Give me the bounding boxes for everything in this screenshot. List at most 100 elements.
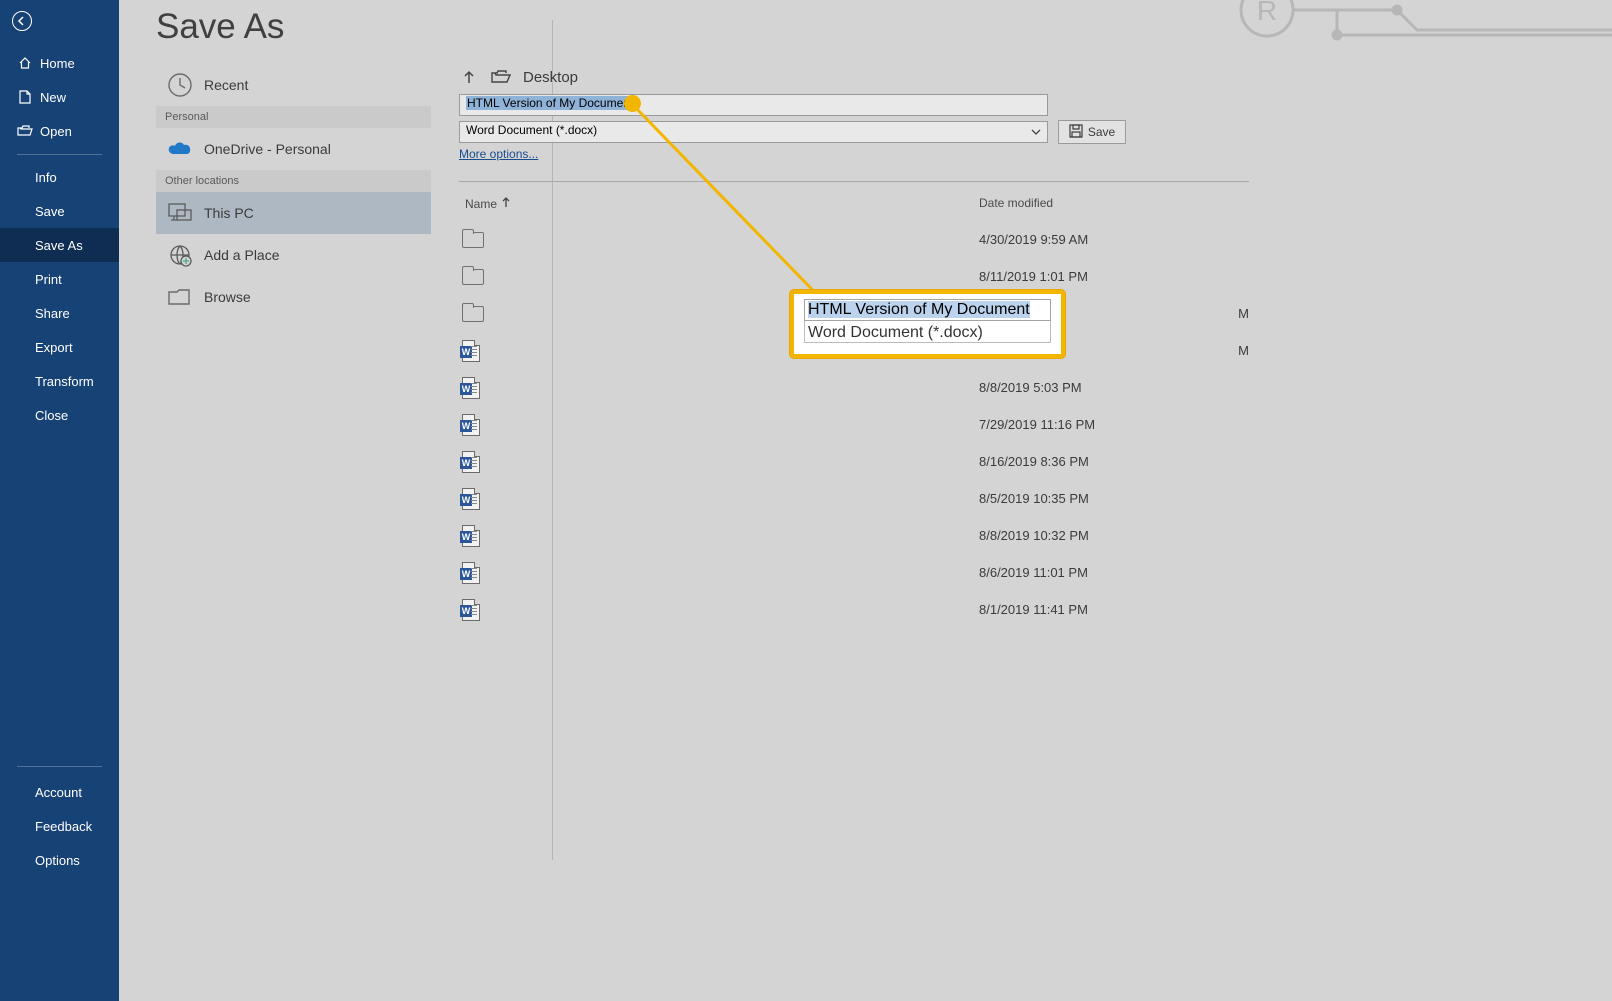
file-date-text: 4/30/2019 9:59 AM	[979, 232, 1179, 247]
list-item[interactable]: W 8/8/2019 5:03 PM	[459, 369, 1249, 406]
sidebar-bottom-group: Account Feedback Options	[0, 760, 119, 877]
chevron-down-icon	[1029, 125, 1043, 139]
sidebar-mid-group: Info Save Save As Print Share Export Tra…	[0, 160, 119, 432]
sidebar-item-label: Share	[35, 306, 70, 321]
folder-icon	[462, 269, 502, 285]
add-place-icon	[165, 243, 195, 267]
location-add-place[interactable]: Add a Place	[156, 234, 431, 276]
filetype-selected: Word Document (*.docx)	[466, 123, 597, 137]
sidebar-item-label: Transform	[35, 374, 94, 389]
watermark-graphic: R	[1217, 0, 1612, 70]
word-doc-icon: W	[462, 340, 492, 362]
home-icon	[17, 55, 33, 71]
sidebar-item-label: Export	[35, 340, 73, 355]
sidebar-item-close[interactable]: Close	[0, 398, 119, 432]
location-heading-other: Other locations	[156, 170, 431, 192]
new-file-icon	[17, 89, 33, 105]
word-doc-icon: W	[462, 562, 502, 584]
word-doc-icon: W	[462, 599, 502, 621]
sort-asc-icon	[501, 196, 511, 211]
sidebar-item-label: Save	[35, 204, 65, 219]
file-date-text: 7/29/2019 11:16 PM	[979, 417, 1179, 432]
file-date-text: 8/11/2019 1:01 PM	[979, 269, 1179, 284]
file-date-text: 8/16/2019 8:36 PM	[979, 454, 1179, 469]
file-date-text: 8/1/2019 11:41 PM	[979, 602, 1179, 617]
sidebar-item-label: Feedback	[35, 819, 92, 834]
location-label: OneDrive - Personal	[204, 141, 331, 157]
location-label: Recent	[204, 77, 248, 93]
list-item[interactable]: W 8/1/2019 11:41 PM	[459, 591, 1249, 628]
sidebar-item-account[interactable]: Account	[0, 775, 119, 809]
this-pc-icon	[165, 202, 195, 224]
open-folder-icon	[17, 123, 33, 139]
sidebar-item-feedback[interactable]: Feedback	[0, 809, 119, 843]
location-label: Add a Place	[204, 247, 280, 263]
back-button[interactable]	[12, 11, 32, 31]
location-recent[interactable]: Recent	[156, 64, 431, 106]
location-label: This PC	[204, 205, 254, 221]
sidebar-item-info[interactable]: Info	[0, 160, 119, 194]
sidebar-item-label: Info	[35, 170, 57, 185]
word-doc-icon: W	[462, 525, 502, 547]
sidebar-item-label: Options	[35, 853, 80, 868]
word-doc-icon: W	[462, 377, 502, 399]
callout-filetype-select: Word Document (*.docx)	[804, 321, 1051, 343]
callout-filename-input: HTML Version of My Document	[804, 299, 1051, 321]
sidebar-item-home[interactable]: Home	[0, 46, 119, 80]
save-button[interactable]: Save	[1058, 120, 1126, 144]
location-panel: Recent Personal OneDrive - Personal Othe…	[156, 64, 431, 318]
column-header-date-label: Date modified	[979, 196, 1053, 210]
sidebar-top-group: Home New Open	[0, 46, 119, 161]
word-doc-icon: W	[462, 488, 502, 510]
column-header-date[interactable]: Date modified	[979, 196, 1179, 211]
location-this-pc[interactable]: This PC	[156, 192, 431, 234]
sidebar-item-share[interactable]: Share	[0, 296, 119, 330]
save-label: Save	[1088, 125, 1115, 139]
folder-open-icon	[491, 67, 511, 87]
clock-icon	[165, 72, 195, 98]
list-item[interactable]: W 8/5/2019 10:35 PM	[459, 480, 1249, 517]
up-one-level-button[interactable]	[459, 67, 479, 87]
callout-filetype-text: Word Document (*.docx)	[808, 324, 983, 341]
sidebar-item-print[interactable]: Print	[0, 262, 119, 296]
file-date-text: 8/8/2019 5:03 PM	[979, 380, 1179, 395]
page-title: Save As	[156, 7, 284, 47]
list-item[interactable]: W 8/8/2019 10:32 PM	[459, 517, 1249, 554]
file-date-text: 8/5/2019 10:35 PM	[979, 491, 1179, 506]
svg-text:R: R	[1257, 0, 1277, 26]
backstage-sidebar: Home New Open Info Save Save As Print Sh…	[0, 0, 119, 1001]
more-options-link[interactable]: More options...	[459, 147, 538, 161]
folder-icon	[462, 232, 502, 248]
sidebar-item-new[interactable]: New	[0, 80, 119, 114]
location-label: Browse	[204, 289, 251, 305]
location-heading-personal: Personal	[156, 106, 431, 128]
sidebar-item-label: Print	[35, 272, 62, 287]
breadcrumb-location[interactable]: Desktop	[523, 69, 578, 86]
word-doc-icon: W	[462, 451, 502, 473]
list-item[interactable]: W 8/16/2019 8:36 PM	[459, 443, 1249, 480]
folder-icon	[462, 306, 492, 322]
location-browse[interactable]: Browse	[156, 276, 431, 318]
file-date-text: 8/6/2019 11:01 PM	[979, 565, 1179, 580]
sidebar-item-open[interactable]: Open	[0, 114, 119, 148]
sidebar-item-label: Close	[35, 408, 68, 423]
sidebar-item-save[interactable]: Save	[0, 194, 119, 228]
list-item[interactable]: W 8/6/2019 11:01 PM	[459, 554, 1249, 591]
save-icon	[1069, 124, 1083, 141]
sidebar-item-options[interactable]: Options	[0, 843, 119, 877]
sidebar-item-label: Save As	[35, 238, 83, 253]
sidebar-item-export[interactable]: Export	[0, 330, 119, 364]
sidebar-separator	[17, 154, 102, 155]
sidebar-item-label: New	[40, 90, 66, 105]
annotation-dot	[624, 95, 641, 112]
location-onedrive[interactable]: OneDrive - Personal	[156, 128, 431, 170]
word-doc-icon: W	[462, 414, 502, 436]
sidebar-item-saveas[interactable]: Save As	[0, 228, 119, 262]
sidebar-separator	[17, 766, 102, 767]
sidebar-item-label: Home	[40, 56, 75, 71]
sidebar-item-transform[interactable]: Transform	[0, 364, 119, 398]
file-date-text: 8/8/2019 10:32 PM	[979, 528, 1179, 543]
column-header-name-label: Name	[465, 197, 497, 211]
list-item[interactable]: W 7/29/2019 11:16 PM	[459, 406, 1249, 443]
browse-folder-icon	[165, 287, 195, 307]
